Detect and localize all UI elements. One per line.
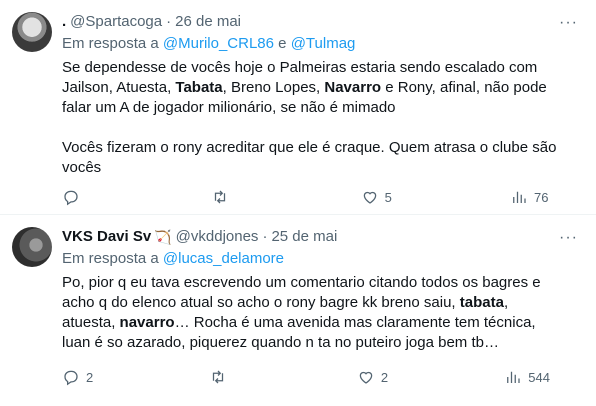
tweet-paragraph: Se dependesse de vocês hoje o Palmeiras … <box>62 58 562 118</box>
reply-button[interactable]: 2 <box>62 368 102 386</box>
avatar[interactable] <box>12 12 52 52</box>
reply-icon <box>64 190 78 206</box>
retweet-icon <box>215 190 226 204</box>
separator-dot: · <box>166 13 172 30</box>
reply-prefix: Em resposta a <box>62 250 159 267</box>
tweet-date[interactable]: 26 de mai <box>175 12 241 32</box>
tweet-date[interactable]: 25 de mai <box>271 227 337 247</box>
reply-count: 2 <box>86 369 94 385</box>
reply-join: e <box>278 35 287 52</box>
name-emoji: 🏹 <box>154 229 172 245</box>
display-name[interactable]: VKS Davi Sv <box>62 227 151 247</box>
views-count: 76 <box>533 189 549 205</box>
like-icon <box>359 371 373 384</box>
tweet[interactable]: . @Spartacoga · 26 de mai Em resposta a … <box>0 0 596 215</box>
views-button[interactable]: 76 <box>510 188 550 206</box>
user-handle[interactable]: @Spartacoga <box>70 12 162 32</box>
user-handle[interactable]: @vkddjones <box>176 227 259 247</box>
tweet-text: Po, pior q eu tava escrevendo um comenta… <box>62 273 562 353</box>
mention-link[interactable]: @Murilo_CRL86 <box>163 35 274 52</box>
reply-prefix: Em resposta a <box>62 35 159 52</box>
views-icon <box>507 371 520 383</box>
separator-dot: · <box>262 228 268 245</box>
retweet-icon <box>213 370 224 384</box>
more-icon[interactable]: ··· <box>559 229 578 247</box>
views-icon <box>513 191 526 203</box>
bold-text: navarro <box>119 314 175 331</box>
reply-icon <box>64 370 78 386</box>
display-name[interactable]: . <box>62 12 66 32</box>
tweet-header: VKS Davi Sv 🏹 @vkddjones · 25 de mai <box>62 227 580 247</box>
retweet-button[interactable] <box>211 188 251 206</box>
bold-text: tabata <box>459 294 504 311</box>
text-segment: , Breno Lopes, <box>222 79 325 96</box>
action-bar: 5 76 <box>62 188 550 206</box>
action-bar: 2 2 544 <box>62 368 550 386</box>
reply-context: Em resposta a @lucas_delamore <box>62 249 580 269</box>
tweet-paragraph: Vocês fizeram o rony acreditar que ele é… <box>62 139 557 176</box>
tweet-header: . @Spartacoga · 26 de mai <box>62 12 580 32</box>
like-count: 2 <box>380 369 389 385</box>
bold-text: Navarro <box>324 79 382 96</box>
reply-button[interactable] <box>62 188 102 206</box>
tweet-content: . @Spartacoga · 26 de mai Em resposta a … <box>62 12 580 214</box>
like-button[interactable]: 2 <box>357 368 397 386</box>
reply-context: Em resposta a @Murilo_CRL86 e @Tulmag <box>62 34 580 54</box>
tweet-paragraph: Po, pior q eu tava escrevendo um comenta… <box>62 273 562 353</box>
views-count: 544 <box>528 369 550 385</box>
retweet-button[interactable] <box>209 368 249 386</box>
like-icon <box>363 191 376 204</box>
like-button[interactable]: 5 <box>361 188 401 206</box>
views-button[interactable]: 544 <box>504 368 550 386</box>
more-icon[interactable]: ··· <box>559 14 578 32</box>
mention-link[interactable]: @Tulmag <box>291 35 356 52</box>
avatar[interactable] <box>12 227 52 267</box>
tweet-text: Se dependesse de vocês hoje o Palmeiras … <box>62 58 562 178</box>
bold-text: Tabata <box>175 79 223 96</box>
mention-link[interactable]: @lucas_delamore <box>163 250 284 267</box>
like-count: 5 <box>384 189 392 205</box>
